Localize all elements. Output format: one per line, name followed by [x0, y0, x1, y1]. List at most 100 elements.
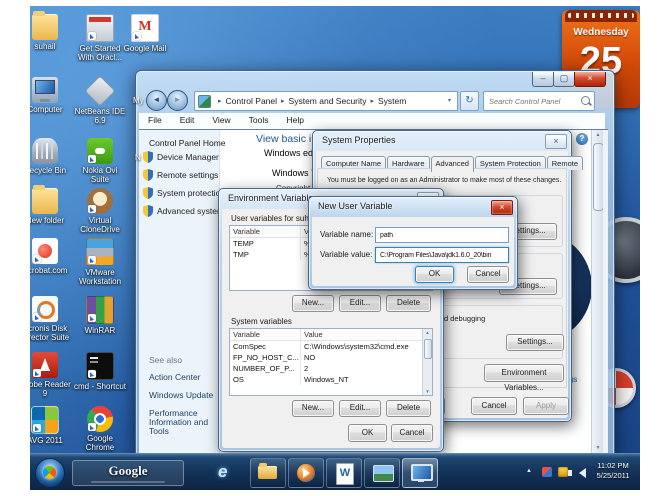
cancel-button[interactable]: Cancel [471, 397, 517, 415]
taskbar-item-media-player[interactable] [288, 458, 324, 488]
desktop-icon-avg[interactable]: AVG 2011 [30, 406, 72, 445]
sidebar-item-performance-tools[interactable]: Performance Information and Tools [149, 409, 221, 436]
system-delete-button[interactable]: Delete [386, 400, 431, 417]
forward-button[interactable]: ► [167, 90, 188, 111]
desktop-icon-acronis[interactable]: Acronis Disk Director Suite [30, 296, 72, 342]
cancel-button[interactable]: Cancel [467, 266, 509, 283]
minimize-icon: – [540, 73, 545, 83]
startup-settings-button[interactable]: Settings... [506, 334, 564, 351]
close-button[interactable]: × [545, 134, 567, 149]
desktop-icon-netbeans[interactable]: NetBeans IDE 6.9 [73, 77, 127, 125]
sidebar-item-windows-update[interactable]: Windows Update [149, 391, 221, 400]
taskbar-item-internet-explorer[interactable]: e [208, 458, 244, 488]
breadcrumb-system-security[interactable]: System and Security [289, 96, 367, 106]
tray-security-icon[interactable] [542, 467, 552, 477]
taskbar-item-photo-gallery[interactable] [364, 458, 400, 488]
photo-gallery-icon [373, 465, 394, 482]
desktop-icon-virtual-clonedrive[interactable]: Virtual CloneDrive [73, 188, 127, 234]
desktop-icon-computer[interactable]: Computer [30, 77, 72, 114]
volume-icon[interactable] [579, 468, 586, 478]
close-button[interactable]: × [491, 200, 513, 215]
table-row[interactable]: FP_NO_HOST_C...NO [230, 352, 432, 363]
desktop-icon-suhail[interactable]: suhail [30, 14, 72, 51]
scrollbar-thumb[interactable] [424, 339, 432, 359]
recycle-bin-icon [32, 138, 58, 164]
internet-explorer-icon: e [218, 462, 227, 482]
variable-name-field[interactable] [375, 227, 509, 243]
menu-edit[interactable]: Edit [171, 113, 204, 127]
desktop-icon-recycle-bin[interactable]: Recycle Bin [30, 138, 72, 175]
breadcrumb-control-panel[interactable]: Control Panel [226, 96, 278, 106]
system-edit-button[interactable]: Edit... [339, 400, 381, 417]
taskbar-item-explorer[interactable] [250, 458, 286, 488]
search-icon[interactable] [581, 96, 590, 105]
ok-button[interactable]: OK [348, 424, 387, 442]
menu-help[interactable]: Help [277, 113, 312, 127]
desktop-icon-google-mail[interactable]: MGoogle Mail [118, 14, 172, 53]
search-input[interactable] [487, 93, 579, 109]
icon-label: Nokia Ovi Suite [73, 166, 127, 184]
desktop-icon-adobe-reader[interactable]: Adobe Reader 9 [30, 352, 72, 398]
table-row[interactable]: OSWindows_NT [230, 374, 432, 385]
scroll-down-icon[interactable]: ▼ [423, 389, 432, 394]
sidebar-item-action-center[interactable]: Action Center [149, 373, 221, 382]
close-button[interactable]: × [574, 72, 606, 87]
minimize-button[interactable]: – [532, 72, 554, 87]
desktop-icon-partial-n[interactable]: N [135, 153, 141, 162]
ok-button[interactable]: OK [415, 266, 454, 283]
taskbar-clock[interactable]: 11:02 PM 5/25/2011 [589, 461, 637, 481]
system-new-button[interactable]: New... [292, 400, 334, 417]
menu-file[interactable]: File [139, 113, 171, 127]
variable-value-field[interactable] [375, 247, 509, 263]
user-new-button[interactable]: New... [292, 295, 334, 312]
icon-label: VMware Workstation [73, 268, 127, 286]
taskbar-item-word[interactable]: W [326, 458, 362, 488]
desktop-icon-winrar[interactable]: WinRAR [73, 296, 127, 335]
taskbar-item-system-active[interactable] [402, 458, 438, 488]
desktop-icon-nokia-ovi[interactable]: Nokia Ovi Suite [73, 138, 127, 184]
start-button[interactable] [35, 458, 65, 488]
table-row[interactable]: NUMBER_OF_P...2 [230, 363, 432, 374]
table-row[interactable]: ComSpecC:\Windows\system32\cmd.exe [230, 341, 432, 352]
breadcrumb-system[interactable]: System [378, 96, 406, 106]
table-scrollbar[interactable]: ▲▼ [422, 329, 432, 395]
maximize-button[interactable]: ▢ [553, 72, 575, 87]
icon-label: Virtual CloneDrive [73, 216, 127, 234]
apply-button[interactable]: Apply [523, 397, 569, 415]
cancel-button[interactable]: Cancel [391, 424, 433, 442]
help-icon[interactable]: ? [576, 133, 588, 145]
system-variables-table[interactable]: VariableValue ComSpecC:\Windows\system32… [229, 328, 433, 396]
user-delete-button[interactable]: Delete [386, 295, 431, 312]
desktop-icon-chrome[interactable]: Google Chrome [73, 406, 127, 452]
menu-tools[interactable]: Tools [240, 113, 278, 127]
uac-shield-icon [143, 169, 153, 181]
variable-name-input[interactable] [378, 229, 508, 242]
sidebar-item-device-manager[interactable]: Device Manager [157, 152, 219, 162]
desktop-icon-acrobat-com[interactable]: Acrobat.com [30, 238, 72, 275]
tray-expand-icon[interactable]: ▲ [526, 468, 532, 474]
tab-advanced[interactable]: Advanced [431, 156, 474, 172]
search-box[interactable] [483, 91, 595, 111]
computer-icon [32, 77, 58, 103]
menu-view[interactable]: View [203, 113, 239, 127]
sidebar-item-system-protection[interactable]: System protection [157, 188, 225, 198]
breadcrumb[interactable]: ▸ Control Panel ▸ System and Security ▸ … [194, 91, 444, 111]
desktop-icon-cmd-shortcut[interactable]: cmd - Shortcut [73, 352, 127, 391]
tray-update-icon[interactable] [558, 467, 568, 477]
sidebar-item-home[interactable]: Control Panel Home [149, 138, 226, 148]
desktop-icon-vmware[interactable]: VMware Workstation [73, 238, 127, 286]
user-edit-button[interactable]: Edit... [339, 295, 381, 312]
scroll-up-icon[interactable]: ▲ [423, 330, 432, 335]
cell-name: TMP [230, 249, 301, 260]
cell-name: OS [230, 374, 301, 385]
desktop-icon-new-folder[interactable]: New folder [30, 188, 72, 225]
desktop-icon-partial-my[interactable]: My [133, 96, 144, 105]
refresh-button[interactable]: ↻ [460, 91, 479, 111]
sidebar-item-remote-settings[interactable]: Remote settings [157, 170, 218, 180]
icon-label: Acronis Disk Director Suite [30, 324, 72, 342]
breadcrumb-dropdown-button[interactable]: ▾ [442, 91, 458, 111]
environment-variables-button[interactable]: Environment Variables... [484, 364, 564, 382]
variable-value-input[interactable] [378, 249, 508, 262]
google-toolbar[interactable]: Google [72, 460, 184, 486]
back-button[interactable]: ◄ [146, 90, 167, 111]
